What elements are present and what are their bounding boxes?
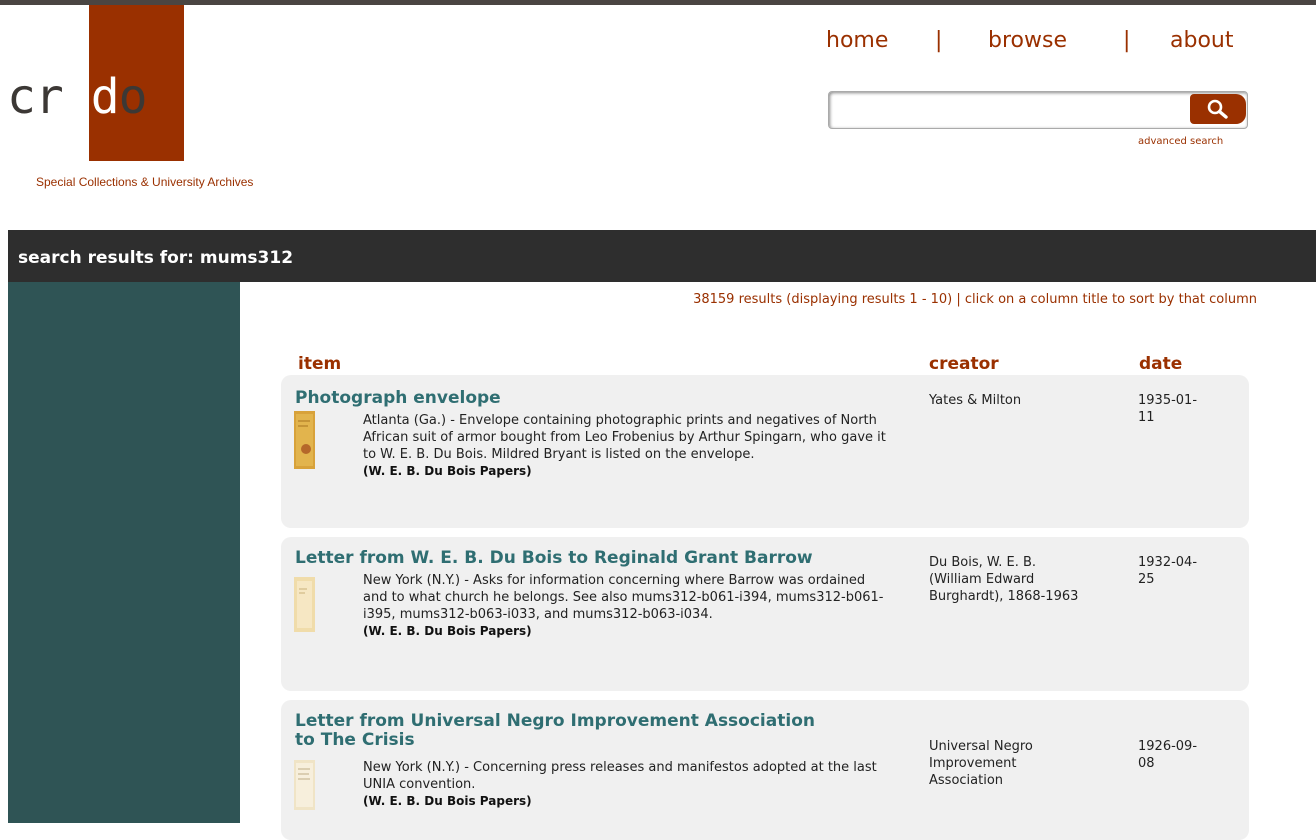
result-collection: (W. E. B. Du Bois Papers) — [363, 624, 532, 638]
thumbnail-image[interactable] — [294, 577, 315, 632]
result-title-link[interactable]: Letter from Universal Negro Improvement … — [295, 712, 815, 750]
search-button[interactable] — [1190, 94, 1246, 124]
top-border — [0, 0, 1316, 5]
result-date: 1932-04- 25 — [1138, 555, 1198, 587]
result-title-link[interactable]: Photograph envelope — [295, 389, 501, 408]
result-description: Atlanta (Ga.) - Envelope containing phot… — [363, 413, 886, 478]
result-row: Letter from Universal Negro Improvement … — [281, 700, 1249, 840]
result-date: 1935-01- 11 — [1138, 393, 1198, 425]
results-header: search results for: mums312 — [8, 230, 1316, 282]
nav-separator: | — [1123, 28, 1131, 53]
nav-about-link[interactable]: about — [1170, 28, 1233, 53]
magnifier-icon — [1207, 99, 1228, 119]
results-title: search results for: mums312 — [18, 248, 294, 268]
result-collection: (W. E. B. Du Bois Papers) — [363, 464, 532, 478]
thumbnail-image[interactable] — [294, 760, 315, 810]
logo-tagline: Special Collections & University Archive… — [36, 175, 254, 189]
result-collection: (W. E. B. Du Bois Papers) — [363, 794, 532, 808]
result-title-link[interactable]: Letter from W. E. B. Du Bois to Reginald… — [295, 549, 813, 568]
advanced-search-link[interactable]: advanced search — [1138, 136, 1223, 147]
sidebar — [8, 282, 240, 823]
top-nav: home | browse | about — [826, 28, 1246, 60]
logo-text: credo — [7, 69, 147, 125]
nav-separator: | — [935, 28, 943, 53]
column-header-item[interactable]: item — [298, 354, 341, 374]
search-box — [828, 91, 1248, 129]
result-row: Letter from W. E. B. Du Bois to Reginald… — [281, 537, 1249, 691]
result-description: New York (N.Y.) - Concerning press relea… — [363, 760, 877, 808]
result-row: Photograph envelope Atlanta (Ga.) - Enve… — [281, 375, 1249, 528]
column-header-creator[interactable]: creator — [929, 354, 999, 374]
nav-browse-link[interactable]: browse — [988, 28, 1067, 53]
result-date: 1926-09- 08 — [1138, 739, 1198, 771]
results-summary: 38159 results (displaying results 1 - 10… — [693, 292, 1257, 307]
thumbnail-image[interactable] — [294, 411, 315, 469]
result-description: New York (N.Y.) - Asks for information c… — [363, 573, 884, 638]
result-creator: Universal Negro Improvement Association — [929, 739, 1033, 788]
nav-home-link[interactable]: home — [826, 28, 888, 53]
search-input[interactable] — [833, 96, 1187, 124]
column-header-date[interactable]: date — [1139, 354, 1182, 374]
result-creator: Du Bois, W. E. B. (William Edward Burgha… — [929, 555, 1079, 604]
result-creator: Yates & Milton — [929, 393, 1022, 408]
